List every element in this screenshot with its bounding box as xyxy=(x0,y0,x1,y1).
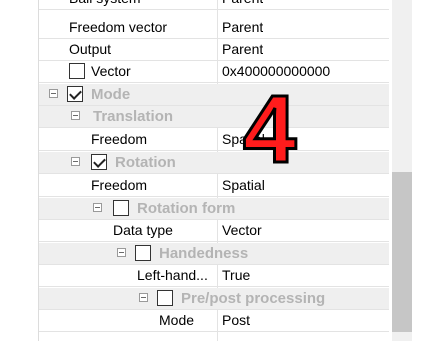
category-rotation-form[interactable]: Rotation form xyxy=(39,198,389,220)
property-row-left-handed[interactable]: Left-hand... True xyxy=(39,265,389,287)
property-name: Mode xyxy=(159,312,195,328)
property-name: Vector xyxy=(91,63,131,79)
property-row-processing-mode[interactable]: Mode Post xyxy=(39,310,389,332)
property-value[interactable]: Post xyxy=(217,310,250,332)
property-name: Output xyxy=(69,41,112,57)
property-value[interactable]: Parent xyxy=(217,17,263,39)
category-translation[interactable]: Translation xyxy=(39,106,389,128)
handedness-checkbox[interactable] xyxy=(135,245,151,261)
mode-checkbox[interactable] xyxy=(67,86,83,102)
property-name: Left-hand... xyxy=(137,267,208,283)
category-name: Rotation xyxy=(115,154,176,171)
property-grid: Ball system Parent Freedom vector Parent… xyxy=(38,0,417,341)
property-row-ball-system[interactable]: Ball system Parent xyxy=(39,0,389,10)
category-name: Rotation form xyxy=(137,200,236,217)
property-row-vector[interactable]: Vector 0x400000000000 xyxy=(39,61,389,83)
category-name: Handedness xyxy=(159,245,249,262)
property-name: Data type xyxy=(113,222,173,238)
property-value[interactable]: True xyxy=(217,265,250,287)
category-name: Translation xyxy=(93,108,174,125)
step-number-overlay: 4 xyxy=(241,76,297,183)
collapse-icon[interactable] xyxy=(49,89,58,98)
property-row-output[interactable]: Output Parent xyxy=(39,39,389,61)
property-name: Ball system xyxy=(69,0,141,10)
property-row-translation-freedom[interactable]: Freedom Spatial xyxy=(39,129,389,151)
property-value[interactable]: Parent xyxy=(217,0,263,10)
category-rotation[interactable]: Rotation xyxy=(39,152,389,174)
collapse-icon[interactable] xyxy=(93,203,102,212)
collapse-icon[interactable] xyxy=(139,293,148,302)
collapse-icon[interactable] xyxy=(71,157,80,166)
category-name: Pre/post processing xyxy=(181,290,326,307)
category-pre-post-processing[interactable]: Pre/post processing xyxy=(39,288,389,310)
rotation-form-checkbox[interactable] xyxy=(113,200,129,216)
property-value[interactable]: Parent xyxy=(217,39,263,61)
vector-checkbox[interactable] xyxy=(69,63,85,79)
vertical-scrollbar-thumb[interactable] xyxy=(392,172,412,332)
property-row-rotation-freedom[interactable]: Freedom Spatial xyxy=(39,175,389,197)
collapse-icon[interactable] xyxy=(117,248,126,257)
pre-post-processing-checkbox[interactable] xyxy=(157,290,173,306)
property-name: Freedom xyxy=(91,131,148,147)
property-name: Freedom xyxy=(91,177,148,193)
property-row-freedom-vector[interactable]: Freedom vector Parent xyxy=(39,17,389,39)
rotation-checkbox[interactable] xyxy=(91,154,107,170)
category-name: Mode xyxy=(91,86,131,103)
property-row-data-type[interactable]: Data type Vector xyxy=(39,220,389,242)
property-name: Freedom vector xyxy=(69,19,168,35)
collapse-icon[interactable] xyxy=(71,111,80,120)
category-handedness[interactable]: Handedness xyxy=(39,243,389,265)
property-value[interactable]: Vector xyxy=(217,220,262,242)
category-mode[interactable]: Mode xyxy=(39,84,389,106)
